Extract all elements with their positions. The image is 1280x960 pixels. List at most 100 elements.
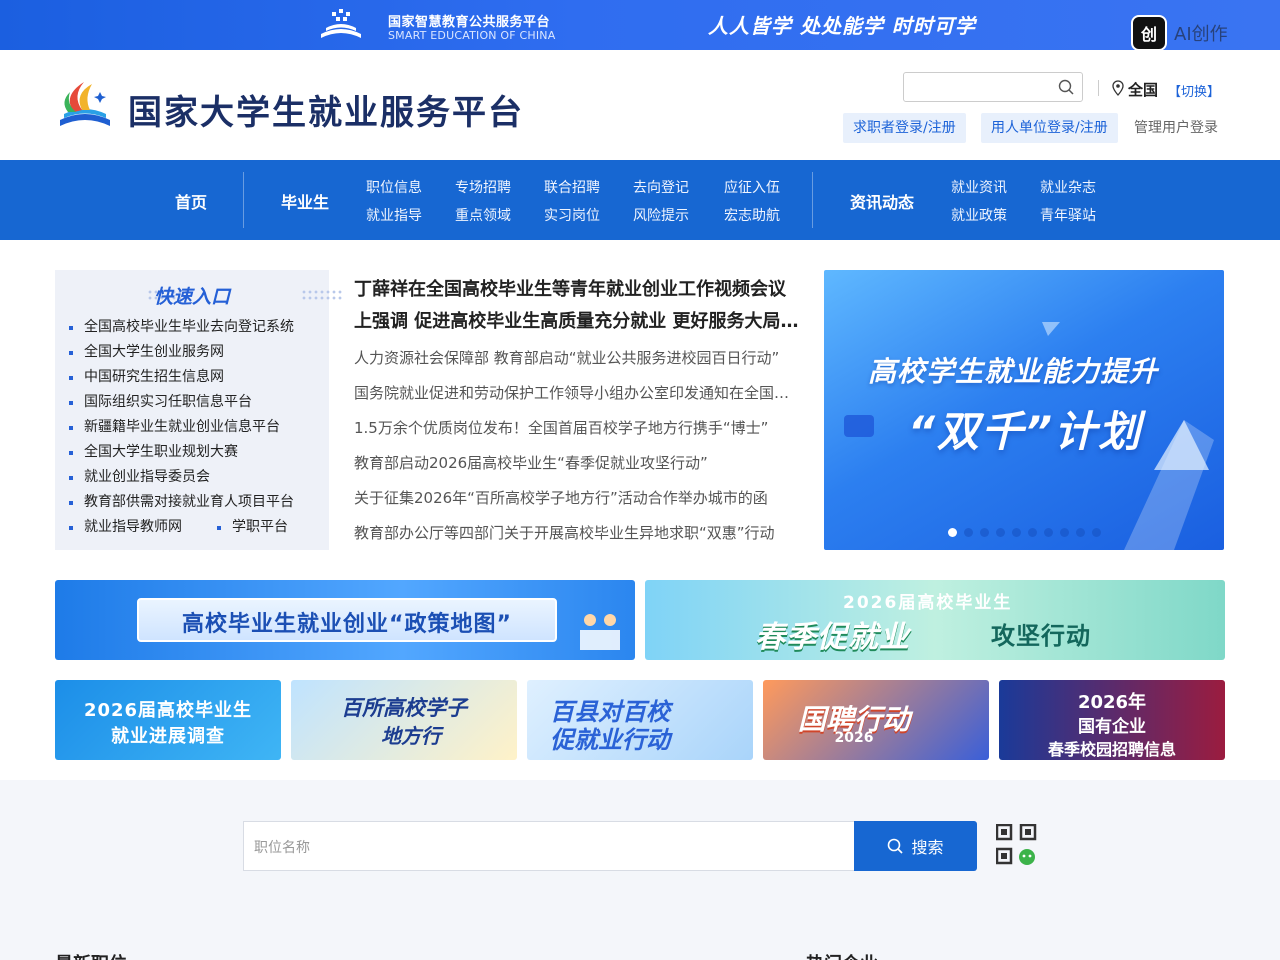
seeker-login-button[interactable]: 求职者登录/注册 xyxy=(843,113,966,143)
news-item[interactable]: 1.5万余个优质岗位发布！全国首届百校学子地方行携手“博士” xyxy=(354,414,799,449)
brand-logo-icon[interactable] xyxy=(54,78,116,134)
quick-link[interactable]: 全国高校毕业生毕业去向登记系统 xyxy=(69,316,294,341)
carousel-dot[interactable] xyxy=(1076,528,1085,537)
nav-divider xyxy=(812,172,813,228)
qr-code-icon[interactable] xyxy=(996,824,1038,866)
headline-line[interactable]: 丁薛祥在全国高校毕业生等青年就业创业工作视频会议 xyxy=(354,274,799,306)
banner-text: 2026年 xyxy=(1077,692,1147,713)
nav-link-youth-station[interactable]: 青年驿站 xyxy=(1040,205,1096,225)
quick-link[interactable]: 中国研究生招生信息网 xyxy=(69,366,294,391)
latest-jobs-heading[interactable]: 最新职位 xyxy=(55,950,127,960)
quick-link[interactable]: 国际组织实习任职信息平台 xyxy=(69,391,294,416)
nav-link-joint-recruit[interactable]: 联合招聘 xyxy=(544,177,600,197)
nav-link-jobs[interactable]: 职位信息 xyxy=(366,177,422,197)
main-nav: 首页 毕业生 职位信息 专场招聘 联合招聘 去向登记 应征入伍 就业指导 重点领… xyxy=(0,160,1280,240)
employment-survey-banner[interactable]: 2026届高校毕业生 就业进展调查 xyxy=(55,680,281,760)
search-icon[interactable] xyxy=(1058,79,1074,95)
carousel-dots xyxy=(948,522,1108,537)
nav-news[interactable]: 资讯动态 xyxy=(850,189,914,213)
job-search-input[interactable] xyxy=(254,836,834,858)
ai-create-label[interactable]: AI创作 xyxy=(1174,20,1228,46)
carousel-dot[interactable] xyxy=(1012,528,1021,537)
carousel-dot[interactable] xyxy=(1044,528,1053,537)
carousel-dot[interactable] xyxy=(1028,528,1037,537)
soe-recruit-banner[interactable]: 2026年 国有企业 春季校园招聘信息 xyxy=(999,680,1225,760)
quick-link[interactable]: 全国大学生职业规划大赛 xyxy=(69,441,294,466)
quick-link[interactable]: 新疆籍毕业生就业创业信息平台 xyxy=(69,416,294,441)
news-item[interactable]: 人力资源社会保障部 教育部启动“就业公共服务进校园百日行动” xyxy=(354,344,799,379)
quick-entry-panel: 快速入口 全国高校毕业生毕业去向登记系统 全国大学生创业服务网 中国研究生招生信… xyxy=(55,270,343,550)
nav-link-guidance[interactable]: 就业指导 xyxy=(366,205,422,225)
news-item[interactable]: 教育部启动2026届高校毕业生“春季促就业攻坚行动” xyxy=(354,449,799,484)
admin-login-link[interactable]: 管理用户登录 xyxy=(1134,113,1218,143)
nav-home[interactable]: 首页 xyxy=(175,189,207,213)
nav-link-internship[interactable]: 实习岗位 xyxy=(544,205,600,225)
nav-link-key-fields[interactable]: 重点领域 xyxy=(455,205,511,225)
headline-line[interactable]: 上强调 促进高校毕业生高质量充分就业 更好服务大局... xyxy=(354,306,799,338)
nav-graduates[interactable]: 毕业生 xyxy=(281,189,329,213)
carousel-subtitle: “双千”计划 xyxy=(908,407,1143,456)
employer-login-button[interactable]: 用人单位登录/注册 xyxy=(981,113,1118,143)
banner-text: 2026届高校毕业生 xyxy=(843,593,1013,613)
nav-link-enlist[interactable]: 应征入伍 xyxy=(724,177,780,197)
carousel-dot[interactable] xyxy=(996,528,1005,537)
quick-link[interactable]: 就业创业指导委员会 xyxy=(69,466,294,491)
search-icon xyxy=(888,838,904,854)
nav-link-hongzhi[interactable]: 宏志助航 xyxy=(724,205,780,225)
guopin-banner[interactable]: 国聘行动 2026 xyxy=(763,680,989,760)
current-location: 全国 xyxy=(1128,81,1159,99)
smart-education-title[interactable]: 国家智慧教育公共服务平台 xyxy=(388,11,550,30)
news-item[interactable]: 国务院就业促进和劳动保护工作领导小组办公室印发通知在全国开展 xyxy=(354,379,799,414)
carousel-dot[interactable] xyxy=(1092,528,1101,537)
smart-education-bar: 国家智慧教育公共服务平台 SMART EDUCATION OF CHINA 人人… xyxy=(0,0,1280,51)
nav-link-employment-news[interactable]: 就业资讯 xyxy=(951,177,1007,197)
nav-link-risk-alert[interactable]: 风险提示 xyxy=(633,205,689,225)
nav-link-policy[interactable]: 就业政策 xyxy=(951,205,1007,225)
policy-map-banner[interactable]: 高校毕业生就业创业“政策地图” xyxy=(55,580,635,660)
site-title[interactable]: 国家大学生就业服务平台 xyxy=(128,85,524,134)
quick-link[interactable]: 就业指导教师网 xyxy=(69,516,182,538)
banner-text: 促就业行动 xyxy=(550,726,670,754)
nav-link-special-recruit[interactable]: 专场招聘 xyxy=(455,177,511,197)
nav-link-magazine[interactable]: 就业杂志 xyxy=(1040,177,1096,197)
switch-location-link[interactable]: 【切换】 xyxy=(1168,81,1220,100)
banner-text: 春季促就业 xyxy=(755,620,910,655)
job-search-box[interactable] xyxy=(243,821,854,871)
news-list: 人力资源社会保障部 教育部启动“就业公共服务进校园百日行动” 国务院就业促进和劳… xyxy=(354,344,799,554)
carousel-dot[interactable] xyxy=(1060,528,1069,537)
hero-carousel[interactable]: 高校学生就业能力提升 “双千”计划 xyxy=(824,270,1224,550)
nav-divider xyxy=(243,172,244,228)
hot-companies-heading[interactable]: 热门企业 xyxy=(806,950,878,960)
news-item[interactable]: 关于征集2026年“百所高校学子地方行”活动合作举办城市的函 xyxy=(354,484,799,519)
quick-link[interactable]: 学职平台 xyxy=(217,516,288,538)
carousel-dot[interactable] xyxy=(948,528,957,537)
header-search[interactable] xyxy=(903,72,1083,102)
quick-entry-list: 全国高校毕业生毕业去向登记系统 全国大学生创业服务网 中国研究生招生信息网 国际… xyxy=(69,316,294,541)
nav-link-destination[interactable]: 去向登记 xyxy=(633,177,689,197)
quick-link[interactable]: 教育部供需对接就业育人项目平台 xyxy=(69,491,294,516)
quick-link-row: 就业指导教师网 学职平台 xyxy=(69,516,294,541)
job-search-button[interactable]: 搜索 xyxy=(854,821,977,871)
quick-link[interactable]: 全国大学生创业服务网 xyxy=(69,341,294,366)
ai-create-icon[interactable]: 创 xyxy=(1131,15,1167,51)
banner-text: 攻坚行动 xyxy=(991,622,1091,650)
banner-text: 百所高校学子 xyxy=(341,696,467,720)
header-search-input[interactable] xyxy=(910,77,1050,97)
job-search-section: 搜索 最新职位 热门企业 xyxy=(0,780,1280,960)
banner-text: 就业进展调查 xyxy=(111,726,225,747)
banner-text: 国有企业 xyxy=(1078,717,1146,737)
spring-employment-banner[interactable]: 2026届高校毕业生 春季促就业 攻坚行动 xyxy=(645,580,1225,660)
banner-text: 2026 xyxy=(834,730,874,746)
job-search-button-label: 搜索 xyxy=(911,840,944,857)
hundred-colleges-banner[interactable]: 百所高校学子 地方行 xyxy=(291,680,517,760)
news-item[interactable]: 教育部办公厅等四部门关于开展高校毕业生异地求职“双惠”行动 xyxy=(354,519,799,554)
headline-news[interactable]: 丁薛祥在全国高校毕业生等青年就业创业工作视频会议 上强调 促进高校毕业生高质量充… xyxy=(354,274,799,338)
county-college-banner[interactable]: 百县对百校 促就业行动 xyxy=(527,680,753,760)
carousel-dot[interactable] xyxy=(980,528,989,537)
site-header: 国家大学生就业服务平台 全国 【切换】 求职者登录/注册 用人单位登录/注册 管… xyxy=(0,50,1280,160)
banner-text: 高校毕业生就业创业“政策地图” xyxy=(182,612,512,637)
smart-education-logo-icon[interactable] xyxy=(318,6,364,44)
banner-text: 地方行 xyxy=(381,724,441,748)
slogan: 人人皆学 处处能学 时时可学 xyxy=(708,14,976,38)
carousel-dot[interactable] xyxy=(964,528,973,537)
